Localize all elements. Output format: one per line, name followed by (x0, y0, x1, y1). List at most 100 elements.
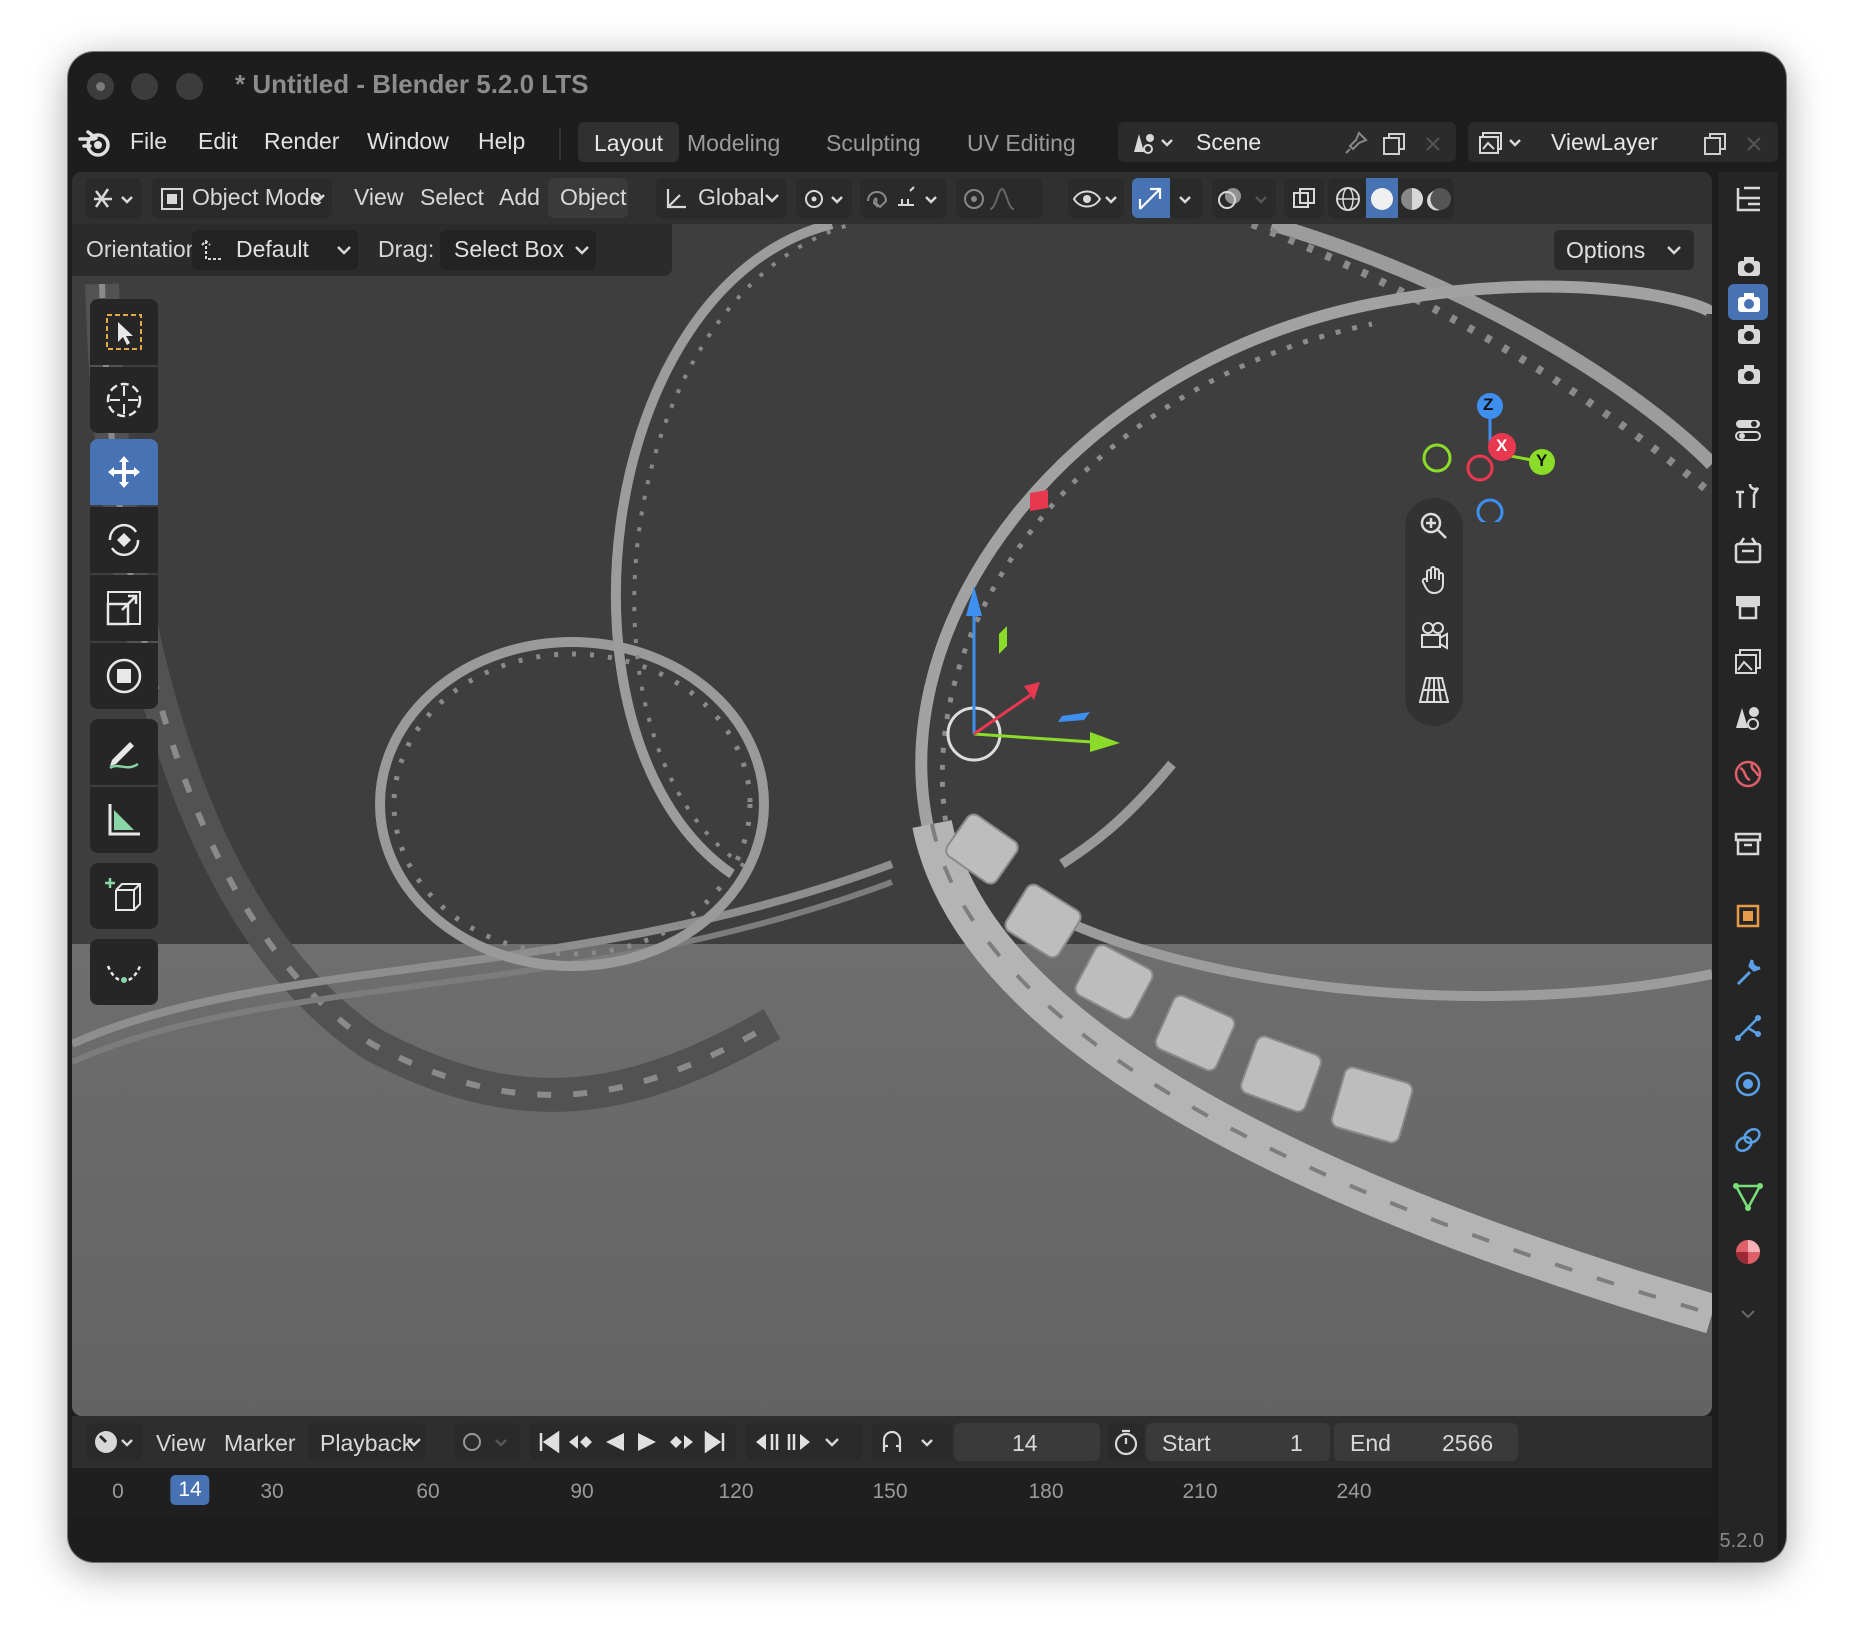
menu-object[interactable]: Object (560, 184, 626, 211)
tab-uv-editing[interactable]: UV Editing (951, 122, 1092, 162)
frame-tick: 120 (718, 1480, 754, 1503)
material-icon[interactable] (1732, 1236, 1764, 1268)
jump-to-keyframe-back-icon[interactable] (566, 1429, 598, 1455)
jump-to-keyframe-forward-icon[interactable] (666, 1429, 698, 1455)
chevron-down-icon (1667, 246, 1681, 255)
3d-viewport-area: Z X Y Object Mode View Select Add Object (72, 172, 1712, 1416)
mesh-data-icon[interactable] (1732, 1180, 1764, 1212)
scene-name[interactable]: Scene (1196, 129, 1261, 156)
gizmo-x-label: X (1496, 436, 1508, 455)
end-frame-value[interactable]: 2566 (1442, 1430, 1493, 1457)
scene-icon[interactable] (1130, 130, 1176, 156)
chevron-down-icon (575, 246, 589, 255)
rotate-tool[interactable] (90, 507, 158, 573)
step-back-icon[interactable] (752, 1429, 784, 1455)
gizmo-y-label: Y (1536, 451, 1548, 470)
physics-icon[interactable] (1732, 1068, 1764, 1100)
close-window-button[interactable] (87, 73, 114, 100)
cursor-tool[interactable] (90, 367, 158, 433)
menu-file[interactable]: File (130, 128, 167, 155)
view-layer-name[interactable]: ViewLayer (1551, 129, 1658, 156)
camera-icon[interactable] (1736, 364, 1762, 386)
jump-to-start-icon[interactable] (536, 1429, 562, 1455)
collection-properties-icon[interactable] (1732, 828, 1764, 860)
menu-render[interactable]: Render (264, 128, 339, 155)
step-forward-icon[interactable] (784, 1429, 816, 1455)
jump-to-end-icon[interactable] (702, 1429, 728, 1455)
start-frame-value[interactable]: 1 (1290, 1430, 1303, 1457)
view-layer-properties-icon[interactable] (1732, 646, 1764, 678)
menu-select[interactable]: Select (420, 184, 484, 211)
camera-view-icon[interactable] (1418, 620, 1450, 652)
play-reverse-icon[interactable] (602, 1429, 628, 1455)
perspective-grid-icon[interactable] (1418, 674, 1450, 706)
close-view-layer-icon[interactable] (1744, 134, 1764, 154)
tool-settings-icon[interactable] (1732, 414, 1764, 446)
timeline-ruler[interactable]: 0 14 30 60 90 120 150 180 210 240 (72, 1468, 1712, 1516)
current-frame-marker[interactable]: 14 (170, 1475, 210, 1505)
solid-shading-icon[interactable] (1368, 185, 1396, 213)
blender-logo-icon[interactable] (78, 128, 114, 160)
select-box-tool[interactable] (90, 299, 158, 365)
modifier-wrench-icon[interactable] (1732, 956, 1764, 988)
orientation-value[interactable]: Default (236, 236, 309, 263)
chevron-down-icon[interactable] (1740, 1308, 1756, 1320)
tab-layout[interactable]: Layout (578, 122, 680, 162)
play-icon[interactable] (634, 1429, 660, 1455)
stopwatch-icon (1114, 1429, 1138, 1456)
move-tool[interactable] (90, 439, 158, 505)
edit-curve-tool[interactable] (90, 939, 158, 1005)
object-properties-icon[interactable] (1732, 900, 1764, 932)
duplicate-scene-icon[interactable] (1380, 130, 1408, 158)
render-properties-icon[interactable] (1732, 534, 1764, 566)
viewport-header: Object Mode View Select Add Object Globa… (72, 172, 1712, 224)
pan-hand-icon[interactable] (1418, 564, 1450, 596)
output-printer-icon[interactable] (1732, 590, 1764, 622)
frame-tick: 30 (260, 1480, 284, 1503)
tool-wrench-icon[interactable] (1732, 478, 1764, 510)
scene-properties-icon[interactable] (1732, 702, 1764, 734)
orientation-global-label[interactable]: Global (698, 184, 764, 211)
3d-viewport[interactable]: Z X Y (72, 224, 1712, 1416)
tab-modeling[interactable]: Modeling (671, 122, 796, 162)
transform-tool[interactable] (90, 643, 158, 709)
add-cube-tool[interactable] (90, 863, 158, 929)
menu-help[interactable]: Help (478, 128, 525, 155)
annotate-tool[interactable] (90, 719, 158, 785)
minimize-window-button[interactable] (131, 73, 158, 100)
chevron-down-icon[interactable] (824, 1436, 840, 1448)
menu-view[interactable]: View (354, 184, 403, 211)
measure-tool[interactable] (90, 787, 158, 853)
particles-icon[interactable] (1732, 1012, 1764, 1044)
tab-sculpting[interactable]: Sculpting (810, 122, 937, 162)
current-frame-value[interactable]: 14 (1012, 1430, 1038, 1457)
zoom-icon[interactable] (1418, 510, 1450, 542)
duplicate-view-layer-icon[interactable] (1701, 130, 1729, 158)
render-camera-icon[interactable] (1736, 256, 1762, 278)
camera-icon[interactable] (1736, 292, 1762, 314)
playback-label[interactable]: Playback (320, 1430, 413, 1457)
timeline-menu-view[interactable]: View (156, 1430, 205, 1457)
options-dropdown[interactable]: Options (1554, 230, 1694, 270)
constraints-icon[interactable] (1732, 1124, 1764, 1156)
menu-edit[interactable]: Edit (198, 128, 238, 155)
options-label[interactable]: Options (1566, 237, 1645, 264)
pin-icon[interactable] (1343, 130, 1369, 156)
menu-add[interactable]: Add (499, 184, 540, 211)
scale-tool[interactable] (90, 575, 158, 641)
view-layer-icon[interactable] (1478, 130, 1524, 156)
menu-window[interactable]: Window (367, 128, 449, 155)
outliner-icon[interactable] (1732, 184, 1764, 216)
camera-icon[interactable] (1736, 324, 1762, 346)
object-mode-label[interactable]: Object Mode (192, 184, 322, 211)
rendered-shading-icon[interactable] (1426, 185, 1454, 213)
tool-settings-bar: Orientation: Default Drag: Select Box (72, 224, 672, 276)
material-shading-icon[interactable] (1398, 185, 1426, 213)
drag-value[interactable]: Select Box (454, 236, 564, 263)
zoom-window-button[interactable] (176, 73, 203, 100)
chevron-down-icon (311, 194, 325, 203)
world-properties-icon[interactable] (1732, 758, 1764, 790)
timeline-menu-marker[interactable]: Marker (224, 1430, 296, 1457)
close-scene-icon[interactable] (1423, 134, 1443, 154)
wireframe-shading-icon[interactable] (1334, 185, 1362, 213)
